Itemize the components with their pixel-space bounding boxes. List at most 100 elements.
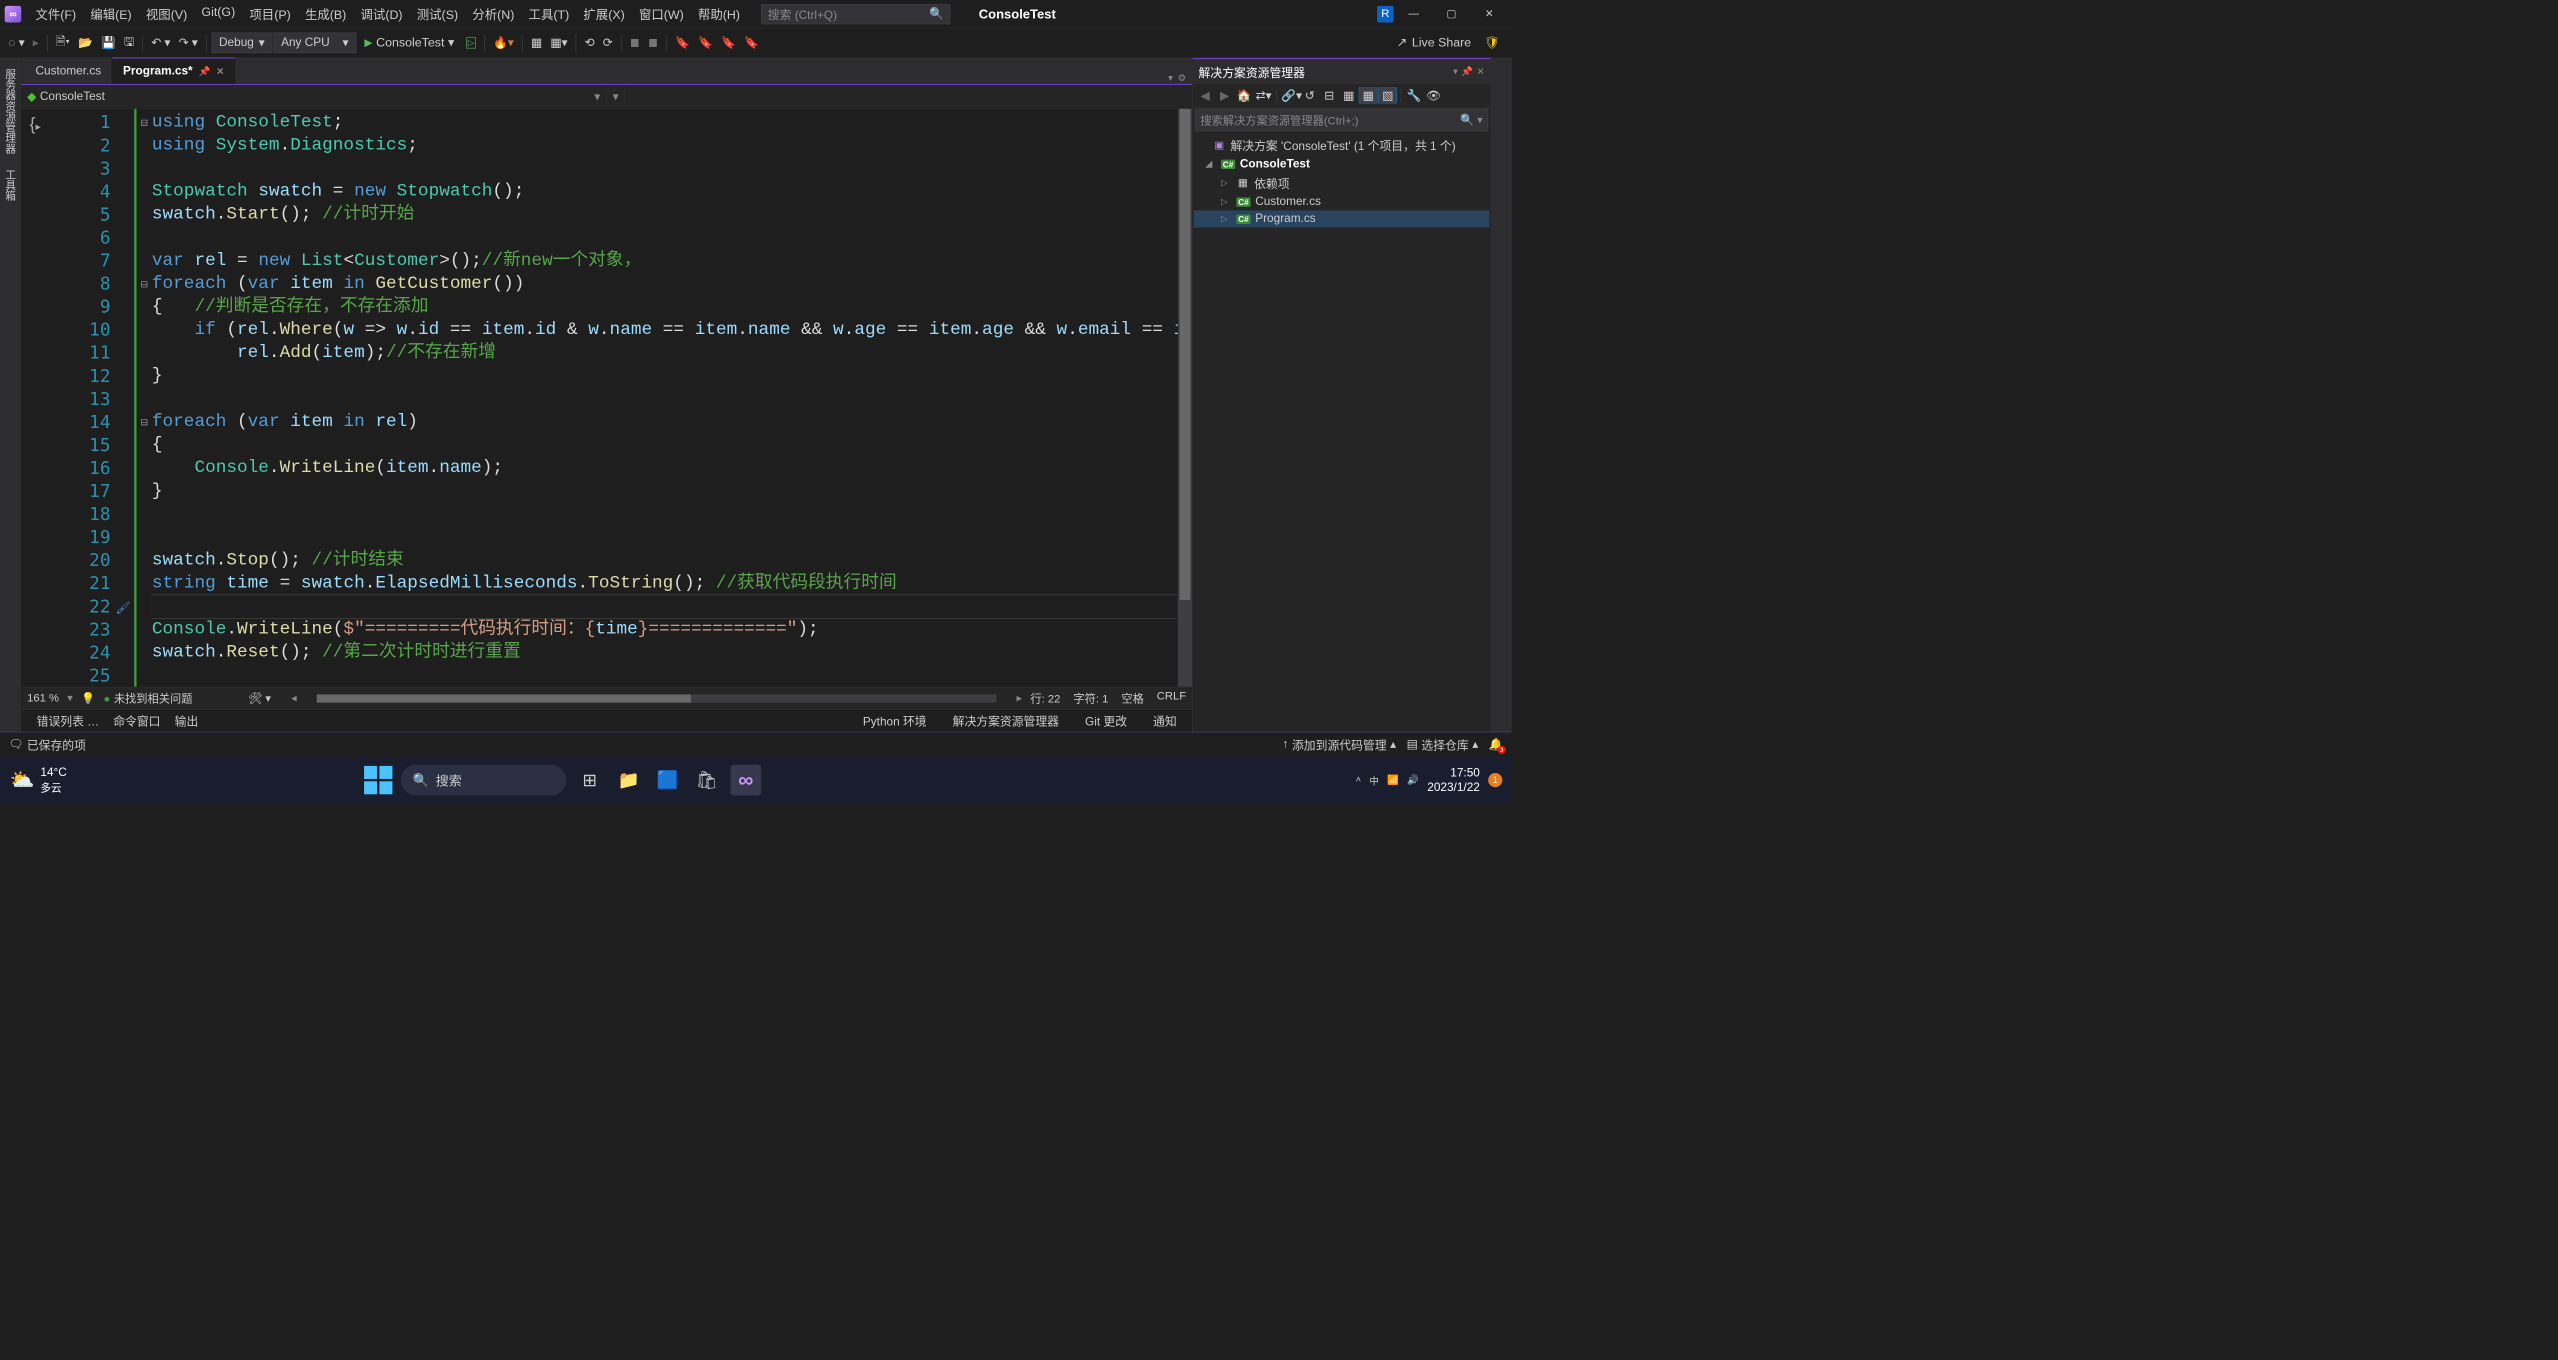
issues-status[interactable]: ●未找到相关问题 [103,690,192,706]
menu-6[interactable]: 调试(D) [353,1,409,26]
se-filter2-icon[interactable]: ▧ [1379,88,1397,103]
indent-mode[interactable]: 空格 [1121,690,1143,706]
nav-fwd-button[interactable]: ▸ [29,32,42,53]
code-line-19[interactable] [152,526,1178,549]
se-filter1-icon[interactable]: ▦ [1359,88,1377,103]
code-line-22[interactable] [152,595,1178,618]
redo-button[interactable]: ↷ ▾ [175,32,201,53]
tb-icon-2[interactable]: ▦▾ [547,32,571,53]
se-preview-icon[interactable]: 👁 [1425,88,1443,103]
tb-icon-1[interactable]: ▦ [527,32,545,53]
bottom-tab-left-2[interactable]: 输出 [168,710,206,732]
bookmark-prev-icon[interactable]: 🔖 [694,32,716,53]
wifi-icon[interactable]: 📶 [1387,774,1399,786]
horizontal-scrollbar[interactable] [317,694,997,702]
save-button[interactable]: 💾 [97,32,119,53]
code-line-4[interactable]: Stopwatch swatch = new Stopwatch(); [152,180,1178,203]
line-ending[interactable]: CRLF [1157,690,1186,706]
menu-1[interactable]: 编辑(E) [83,1,139,26]
code-line-21[interactable]: string time = swatch.ElapsedMilliseconds… [152,572,1178,595]
code-line-7[interactable]: var rel = new List<Customer>();//新new一个对… [152,249,1178,272]
rail-server-explorer[interactable]: 服务器资源管理器 [2,64,19,159]
vertical-scrollbar[interactable] [1178,109,1192,687]
tree-deps-node[interactable]: ▷ ▦ 依赖项 [1194,173,1490,194]
close-tab-icon[interactable]: ✕ [216,65,224,77]
code-line-15[interactable]: { [152,434,1178,457]
solution-name-display[interactable]: ConsoleTest [967,4,1068,24]
bookmark-icon[interactable]: 🔖 [671,32,693,53]
live-share-button[interactable]: ↗ Live Share 🛡 [1390,33,1507,53]
code-line-9[interactable]: { //判断是否存在，不存在添加 [152,296,1178,319]
se-fwd-icon[interactable]: ▶ [1216,88,1234,103]
nav-type-dropdown[interactable]: ▾ [607,87,625,107]
code-line-2[interactable]: using System.Diagnostics; [152,134,1178,157]
se-home-icon[interactable]: 🏠 [1235,88,1253,103]
store-icon[interactable]: 🛍 [691,765,722,796]
minimize-button[interactable]: — [1396,2,1431,26]
bottom-tab-right-3[interactable]: 通知 [1146,710,1184,732]
tb-icon-4[interactable]: ⟳ [599,32,616,53]
bookmark-clear-icon[interactable]: 🔖 [740,32,762,53]
ime-indicator[interactable]: 中 [1369,773,1378,787]
bottom-tab-left-0[interactable]: 错误列表 … [30,710,107,732]
bookmark-next-icon[interactable]: 🔖 [717,32,739,53]
code-line-12[interactable]: } [152,365,1178,388]
select-repo-button[interactable]: ▤ 选择仓库▴ [1407,736,1478,753]
menu-11[interactable]: 窗口(W) [632,1,691,26]
close-button[interactable]: ✕ [1472,2,1507,26]
tab-customer-cs[interactable]: Customer.cs [25,59,113,84]
code-line-6[interactable] [152,226,1178,249]
rail-toolbox[interactable]: 工具箱 [2,164,19,205]
tray-chevron-icon[interactable]: ˄ [1356,775,1362,786]
se-sync-icon[interactable]: 🔗▾ [1281,88,1299,103]
code-line-23[interactable]: Console.WriteLine($"=========代码执行时间：{tim… [152,618,1178,641]
menu-12[interactable]: 帮助(H) [691,1,747,26]
solution-search-input[interactable]: 搜索解决方案资源管理器(Ctrl+;) 🔍 ▾ [1195,109,1488,131]
code-line-17[interactable]: } [152,480,1178,503]
tb-icon-5[interactable]: ≣ [626,32,643,53]
tab-settings-icon[interactable]: ⚙ [1178,72,1186,84]
menu-4[interactable]: 项目(P) [242,1,298,26]
zoom-level[interactable]: 161 % [27,692,59,705]
menu-7[interactable]: 测试(S) [410,1,466,26]
tree-file-customer[interactable]: ▷ C# Customer.cs [1194,193,1490,210]
taskbar-search[interactable]: 🔍 搜索 [401,765,566,796]
hot-reload-icon[interactable]: 🔥▾ [490,32,518,53]
menu-2[interactable]: 视图(V) [139,1,195,26]
solution-explorer-header[interactable]: 解决方案资源管理器 ▾ 📌 ✕ [1193,58,1491,84]
code-line-3[interactable] [152,157,1178,180]
new-item-button[interactable]: 🗎▾ [52,32,73,53]
notifications-button[interactable]: 🔔 3 [1489,737,1504,752]
nav-back-button[interactable]: ◌ ▾ [5,32,28,53]
se-back-icon[interactable]: ◀ [1196,88,1214,103]
bottom-tab-right-0[interactable]: Python 环境 [856,710,934,732]
tree-file-program[interactable]: ▷ C# Program.cs [1194,210,1490,227]
menu-5[interactable]: 生成(B) [298,1,354,26]
code-line-10[interactable]: if (rel.Where(w => w.id == item.id & w.n… [152,319,1178,342]
panel-dropdown-icon[interactable]: ▾ [1453,66,1458,78]
taskview-icon[interactable]: ⊞ [574,765,605,796]
menu-3[interactable]: Git(G) [194,1,242,26]
code-line-5[interactable]: swatch.Start(); //计时开始 [152,203,1178,226]
undo-button[interactable]: ↶ ▾ [148,32,174,53]
nav-member-dropdown[interactable]: ▾ [625,87,1210,107]
code-line-16[interactable]: Console.WriteLine(item.name); [152,457,1178,480]
vs-logo-icon[interactable] [5,6,22,23]
menu-10[interactable]: 扩展(X) [576,1,632,26]
volume-icon[interactable]: 🔊 [1407,774,1419,786]
user-avatar[interactable]: R [1377,6,1394,23]
taskbar-weather[interactable]: ⛅ 14°C 多云 [9,766,66,795]
save-all-button[interactable]: 🖫 [120,32,137,53]
code-line-14[interactable]: foreach (var item in rel) [152,411,1178,434]
code-line-8[interactable]: foreach (var item in GetCustomer()) [152,272,1178,295]
tab-dropdown-icon[interactable]: ▾ [1168,72,1173,84]
maximize-button[interactable]: ▢ [1434,2,1469,26]
pin-icon[interactable]: 📌 [199,65,211,77]
edge-icon[interactable]: 🟦 [652,765,683,796]
run-button[interactable]: ▶ConsoleTest ▾ [357,33,461,53]
code-line-1[interactable]: using ConsoleTest; [152,111,1178,134]
code-line-24[interactable]: swatch.Reset(); //第二次计时时进行重置 [152,641,1178,664]
open-button[interactable]: 📂 [74,32,96,53]
tree-solution-node[interactable]: ▣ 解决方案 'ConsoleTest' (1 个项目，共 1 个) [1194,135,1490,156]
code-line-13[interactable] [152,388,1178,411]
